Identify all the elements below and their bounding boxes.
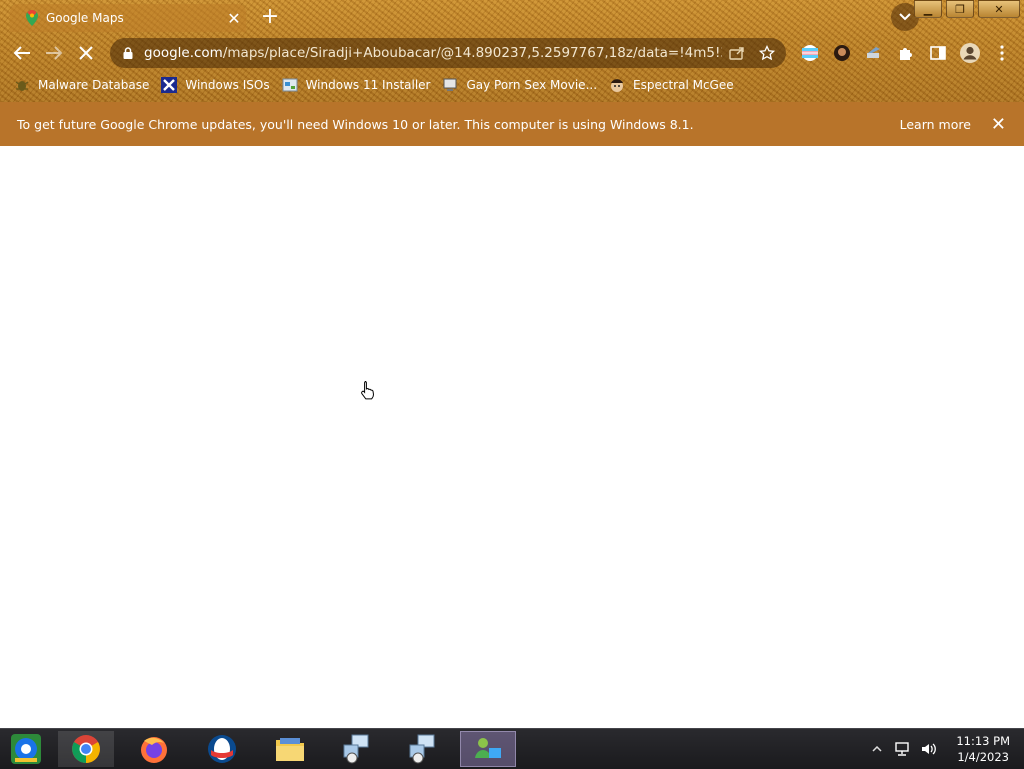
network-icon[interactable] [892,738,914,760]
chevron-down-icon [899,13,911,21]
chrome-icon [72,735,100,763]
restore-button[interactable]: ❐ [946,0,974,18]
bookmark-movie-site[interactable]: Gay Porn Sex Movie... [436,73,603,97]
bookmark-windows-isos[interactable]: Windows ISOs [155,73,275,97]
bookmark-espectral-mcgee[interactable]: Espectral McGee [603,73,740,97]
stop-loading-button[interactable] [72,39,100,67]
system-tray: 11:13 PM 1/4/2023 [866,729,1010,769]
browser-frame: Google Maps ✕ + ▁ ❐ ✕ google.com/maps/pl… [0,0,1024,102]
window-controls: ▁ ❐ ✕ [914,0,1020,18]
face-icon [609,77,625,93]
bookmark-label: Gay Porn Sex Movie... [466,78,598,92]
taskbar-chrome[interactable] [58,731,114,767]
forward-button[interactable] [40,39,68,67]
folder-icon [276,738,304,761]
bookmark-label: Windows ISOs [185,78,270,92]
page-content[interactable] [0,146,1024,728]
opera-icon [208,735,236,763]
forward-arrow-icon [46,46,63,60]
windows-taskbar: 11:13 PM 1/4/2023 [0,728,1024,769]
tab-google-maps[interactable]: Google Maps ✕ [10,4,246,32]
clock[interactable]: 11:13 PM 1/4/2023 [956,733,1010,765]
learn-more-link[interactable]: Learn more [900,117,971,132]
taskbar-opera[interactable] [194,731,250,767]
volume-icon[interactable] [918,738,940,760]
stop-x-icon [79,46,93,60]
profile-avatar-icon[interactable] [956,39,984,67]
pc-icon [442,77,458,93]
url-host: google.com [144,45,223,61]
google-maps-icon [24,10,40,26]
share-icon[interactable] [722,38,752,68]
extension-avatar-icon[interactable] [828,39,856,67]
hand-cursor-icon [361,381,374,400]
tab-close-icon[interactable]: ✕ [222,9,246,28]
update-infobar: To get future Google Chrome updates, you… [0,102,1024,146]
new-tab-button[interactable]: + [258,4,282,30]
installer-icon [282,77,298,93]
back-button[interactable] [8,39,36,67]
taskbar-firefox[interactable] [126,731,182,767]
bookmarks-bar: Malware Database Windows ISOs Windows 11… [0,72,1024,98]
lock-icon [120,47,136,59]
bookmark-malware-database[interactable]: Malware Database [8,73,155,97]
bookmark-star-icon[interactable] [752,38,782,68]
clock-time: 11:13 PM [956,734,1010,748]
taskbar-remote-users[interactable] [460,731,516,767]
infobar-message: To get future Google Chrome updates, you… [17,116,694,132]
taskbar-network-tool-2[interactable] [394,731,450,767]
bookmark-label: Windows 11 Installer [305,78,431,92]
firefox-icon [141,737,167,763]
x-icon [161,77,178,93]
bookmark-label: Espectral McGee [633,78,734,92]
extension-tool-icon[interactable] [860,39,888,67]
clock-date: 1/4/2023 [957,750,1009,764]
close-window-button[interactable]: ✕ [978,0,1020,18]
back-arrow-icon [13,46,30,60]
bookmark-windows-11-installer[interactable]: Windows 11 Installer [276,73,437,97]
extension-flag-icon[interactable] [796,39,824,67]
network-tool-icon [409,734,435,764]
taskbar-file-explorer[interactable] [262,731,318,767]
network-tool-icon [343,734,369,764]
users-icon [475,738,501,758]
start-icon [11,734,41,764]
url-text[interactable]: google.com/maps/place/Siradji+Aboubacar/… [144,45,722,61]
start-button[interactable] [6,731,46,767]
extensions-puzzle-icon[interactable] [892,39,920,67]
taskbar-network-tool-1[interactable] [328,731,384,767]
bookmark-label: Malware Database [38,78,150,92]
url-path: /maps/place/Siradji+Aboubacar/@14.890237… [222,45,722,61]
infobar-close-icon[interactable]: ✕ [991,114,1006,135]
toolbar: google.com/maps/place/Siradji+Aboubacar/… [0,36,1024,70]
address-bar[interactable]: google.com/maps/place/Siradji+Aboubacar/… [110,38,786,68]
show-hidden-icons-icon[interactable] [866,738,888,760]
chrome-menu-icon[interactable] [988,39,1016,67]
bug-icon [14,77,30,93]
side-panel-icon[interactable] [924,39,952,67]
tab-title: Google Maps [46,11,124,25]
minimize-button[interactable]: ▁ [914,0,942,18]
